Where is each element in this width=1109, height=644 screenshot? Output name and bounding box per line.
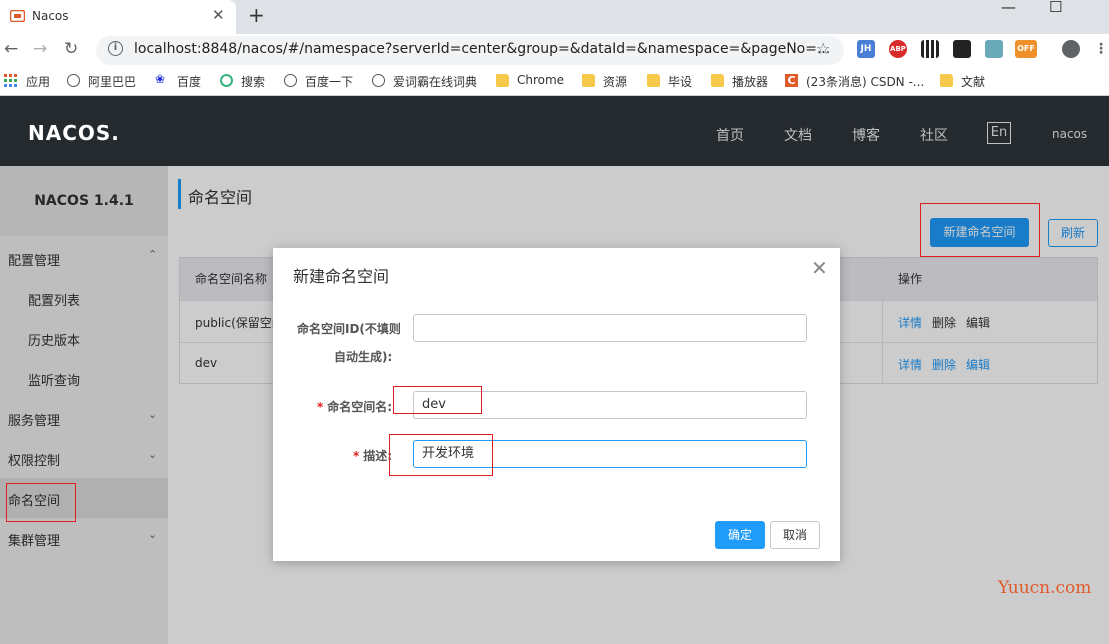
cancel-button[interactable]: 取消: [770, 521, 820, 549]
namespace-name-label-text: 命名空间名:: [327, 400, 393, 414]
annotation-box: [389, 434, 493, 476]
globe-icon: [284, 74, 297, 87]
namespace-id-label: 命名空间ID(不填则: [297, 322, 401, 336]
qrcode-extension-icon[interactable]: [921, 40, 939, 58]
baidu-paw-icon: ❀: [155, 72, 166, 86]
search-engine-icon: [220, 74, 233, 87]
window-minimize-button[interactable]: —: [1001, 0, 1016, 16]
bookmark-baidu-yixia[interactable]: 百度一下: [305, 73, 353, 90]
globe-icon: [372, 74, 385, 87]
required-mark: *: [353, 449, 360, 463]
url-text: localhost:8848/nacos/#/namespace?serverI…: [134, 41, 831, 57]
bookmark-graduation[interactable]: 毕设: [668, 73, 692, 90]
folder-icon: [496, 74, 509, 87]
folder-icon: [711, 74, 724, 87]
folder-icon: [582, 74, 595, 87]
tab-close-icon[interactable]: ✕: [212, 6, 225, 24]
namespace-name-label: * 命名空间名:: [317, 398, 392, 415]
window-maximize-button[interactable]: ☐: [1049, 0, 1062, 16]
bookmark-papers[interactable]: 文献: [961, 73, 985, 90]
folder-icon: [940, 74, 953, 87]
annotation-box: [393, 386, 482, 414]
tampermonkey-extension-icon[interactable]: [953, 40, 971, 58]
watermark: Yuucn.com: [998, 578, 1092, 598]
nav-home[interactable]: 首页: [716, 125, 744, 145]
browser-tab-strip: Nacos ✕ + — ☐: [0, 0, 1109, 34]
required-mark: *: [317, 400, 324, 414]
bookmark-csdn[interactable]: (23条消息) CSDN -...: [806, 73, 924, 90]
jh-extension-icon[interactable]: JH: [857, 40, 875, 58]
bookmark-iciba[interactable]: 爱词霸在线词典: [393, 73, 477, 90]
bookmarks-bar: 应用 阿里巴巴 ❀ 百度 搜索 百度一下 爱词霸在线词典 Chrome 资源 毕…: [0, 66, 1109, 96]
annotation-box: [6, 483, 76, 522]
nav-blog[interactable]: 博客: [852, 125, 880, 145]
cat-extension-icon[interactable]: [985, 40, 1003, 58]
profile-avatar-icon[interactable]: [1062, 40, 1080, 58]
tab-title: Nacos: [32, 9, 69, 23]
site-info-icon[interactable]: i: [108, 41, 123, 56]
folder-icon: [647, 74, 660, 87]
globe-icon: [67, 74, 80, 87]
new-namespace-dialog: 新建命名空间 ✕ 命名空间ID(不填则 自动生成): * 命名空间名: dev *…: [273, 248, 840, 561]
dialog-title: 新建命名空间: [293, 267, 390, 286]
off-extension-icon[interactable]: OFF: [1015, 40, 1037, 58]
bookmark-baidu[interactable]: 百度: [177, 73, 201, 90]
namespace-id-input[interactable]: [413, 314, 807, 342]
back-arrow-icon[interactable]: ←: [4, 39, 18, 59]
description-label: * 描述:: [353, 447, 392, 464]
confirm-button[interactable]: 确定: [715, 521, 765, 549]
nacos-favicon-icon: [10, 10, 25, 22]
bookmark-apps[interactable]: 应用: [26, 73, 50, 90]
language-switch-button[interactable]: En: [987, 122, 1011, 144]
new-tab-button[interactable]: +: [248, 3, 265, 27]
csdn-icon: C: [785, 74, 798, 87]
description-label-text: 描述:: [363, 449, 393, 463]
bookmark-resources[interactable]: 资源: [603, 73, 627, 90]
bookmark-player[interactable]: 播放器: [732, 73, 768, 90]
browser-menu-icon[interactable]: ⋮: [1094, 40, 1108, 58]
forward-arrow-icon[interactable]: →: [33, 39, 47, 59]
nav-docs[interactable]: 文档: [784, 125, 812, 145]
annotation-box: [920, 203, 1040, 257]
current-user[interactable]: nacos: [1052, 127, 1087, 141]
adblock-extension-icon[interactable]: ABP: [889, 40, 907, 58]
bookmark-star-icon[interactable]: ☆: [816, 39, 830, 58]
nacos-logo[interactable]: NACOS.: [28, 121, 120, 145]
browser-tab-nacos[interactable]: Nacos ✕: [0, 0, 236, 34]
nacos-top-header: NACOS. 首页 文档 博客 社区 En nacos: [0, 96, 1109, 166]
bookmark-alibaba[interactable]: 阿里巴巴: [88, 73, 136, 90]
nav-community[interactable]: 社区: [920, 125, 948, 145]
apps-grid-icon[interactable]: [4, 74, 17, 87]
reload-icon[interactable]: ↻: [64, 39, 78, 59]
namespace-id-label-line2: 自动生成):: [334, 350, 393, 364]
address-bar[interactable]: i localhost:8848/nacos/#/namespace?serve…: [96, 36, 844, 65]
browser-toolbar: ← → ↻ i localhost:8848/nacos/#/namespace…: [0, 34, 1109, 66]
bookmark-chrome[interactable]: Chrome: [517, 73, 564, 87]
close-icon[interactable]: ✕: [811, 256, 828, 280]
bookmark-search[interactable]: 搜索: [241, 73, 265, 90]
